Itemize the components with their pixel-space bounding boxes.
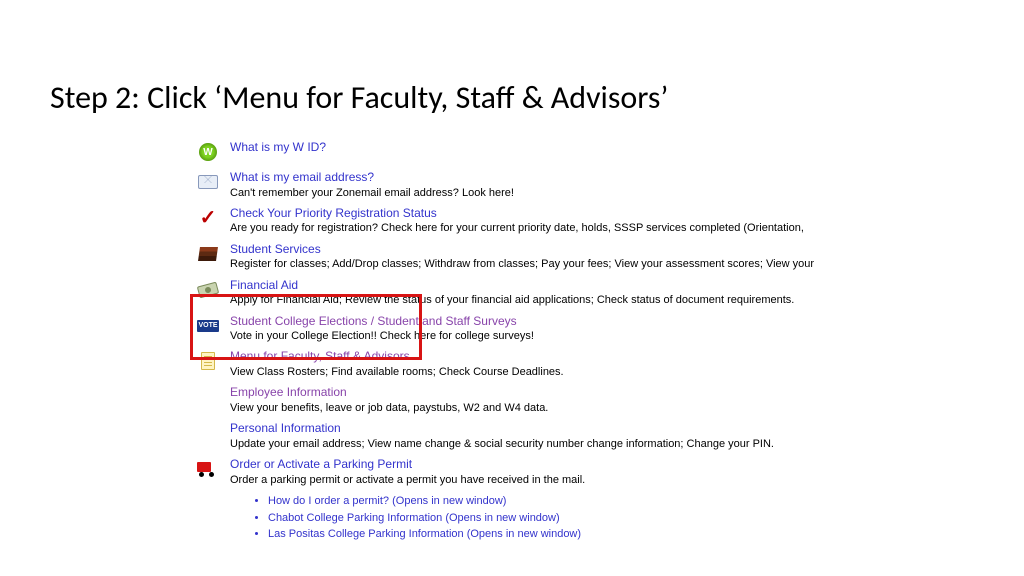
books-icon (196, 242, 220, 266)
menu-item: Student ServicesRegister for classes; Ad… (196, 242, 956, 272)
sublink[interactable]: Chabot College Parking Information (Open… (268, 512, 560, 524)
menu-item-desc: Apply for Financial Aid; Review the stat… (230, 293, 956, 307)
menu-item-link[interactable]: Employee Information (230, 385, 956, 401)
parking-sublinks: How do I order a permit? (Opens in new w… (250, 493, 956, 543)
menu-item: Student College Elections / Student and … (196, 314, 956, 344)
menu-item-desc: Order a parking permit or activate a per… (230, 473, 956, 487)
menu-item-desc: View Class Rosters; Find available rooms… (230, 365, 956, 379)
menu-item-link[interactable]: What is my W ID? (230, 140, 956, 156)
menu-item: ✓ Check Your Priority Registration Status… (196, 206, 956, 236)
menu-item: Personal InformationUpdate your email ad… (196, 421, 956, 451)
money-icon (196, 278, 220, 302)
sublink[interactable]: How do I order a permit? (Opens in new w… (268, 495, 506, 507)
sublink[interactable]: Las Positas College Parking Information … (268, 528, 581, 540)
menu-item-desc: Are you ready for registration? Check he… (230, 221, 956, 235)
menu-item-link[interactable]: Personal Information (230, 421, 956, 437)
menu-item: Order or Activate a Parking PermitOrder … (196, 457, 956, 487)
w-icon (196, 140, 220, 164)
menu-item-link[interactable]: Financial Aid (230, 278, 956, 294)
menu-item-link[interactable]: Student College Elections / Student and … (230, 314, 956, 330)
menu-item: Financial AidApply for Financial Aid; Re… (196, 278, 956, 308)
menu-item-desc: View your benefits, leave or job data, p… (230, 401, 956, 415)
menu-item-link[interactable]: Order or Activate a Parking Permit (230, 457, 956, 473)
menu-item-link[interactable]: Menu for Faculty, Staff & Advisors (230, 349, 956, 365)
menu-item: What is my email address?Can't remember … (196, 170, 956, 200)
vote-icon (196, 314, 220, 338)
menu-item-desc: Register for classes; Add/Drop classes; … (230, 257, 956, 271)
truck-icon (196, 457, 220, 481)
menu-item: Employee InformationView your benefits, … (196, 385, 956, 415)
menu-list: What is my W ID? What is my email address… (196, 140, 956, 543)
blank-icon (196, 385, 220, 409)
menu-item-link[interactable]: Check Your Priority Registration Status (230, 206, 956, 222)
blank-icon (196, 421, 220, 445)
menu-item: Menu for Faculty, Staff & AdvisorsView C… (196, 349, 956, 379)
menu-item-desc: Vote in your College Election!! Check he… (230, 329, 956, 343)
menu-item-desc: Can't remember your Zonemail email addre… (230, 186, 956, 200)
menu-item-desc: Update your email address; View name cha… (230, 437, 956, 451)
envelope-icon (196, 170, 220, 194)
doc-icon (196, 349, 220, 373)
page-heading: Step 2: Click ‘Menu for Faculty, Staff &… (50, 78, 668, 117)
menu-item-link[interactable]: What is my email address? (230, 170, 956, 186)
check-icon: ✓ (196, 206, 220, 230)
menu-item-link[interactable]: Student Services (230, 242, 956, 258)
menu-item: What is my W ID? (196, 140, 956, 164)
